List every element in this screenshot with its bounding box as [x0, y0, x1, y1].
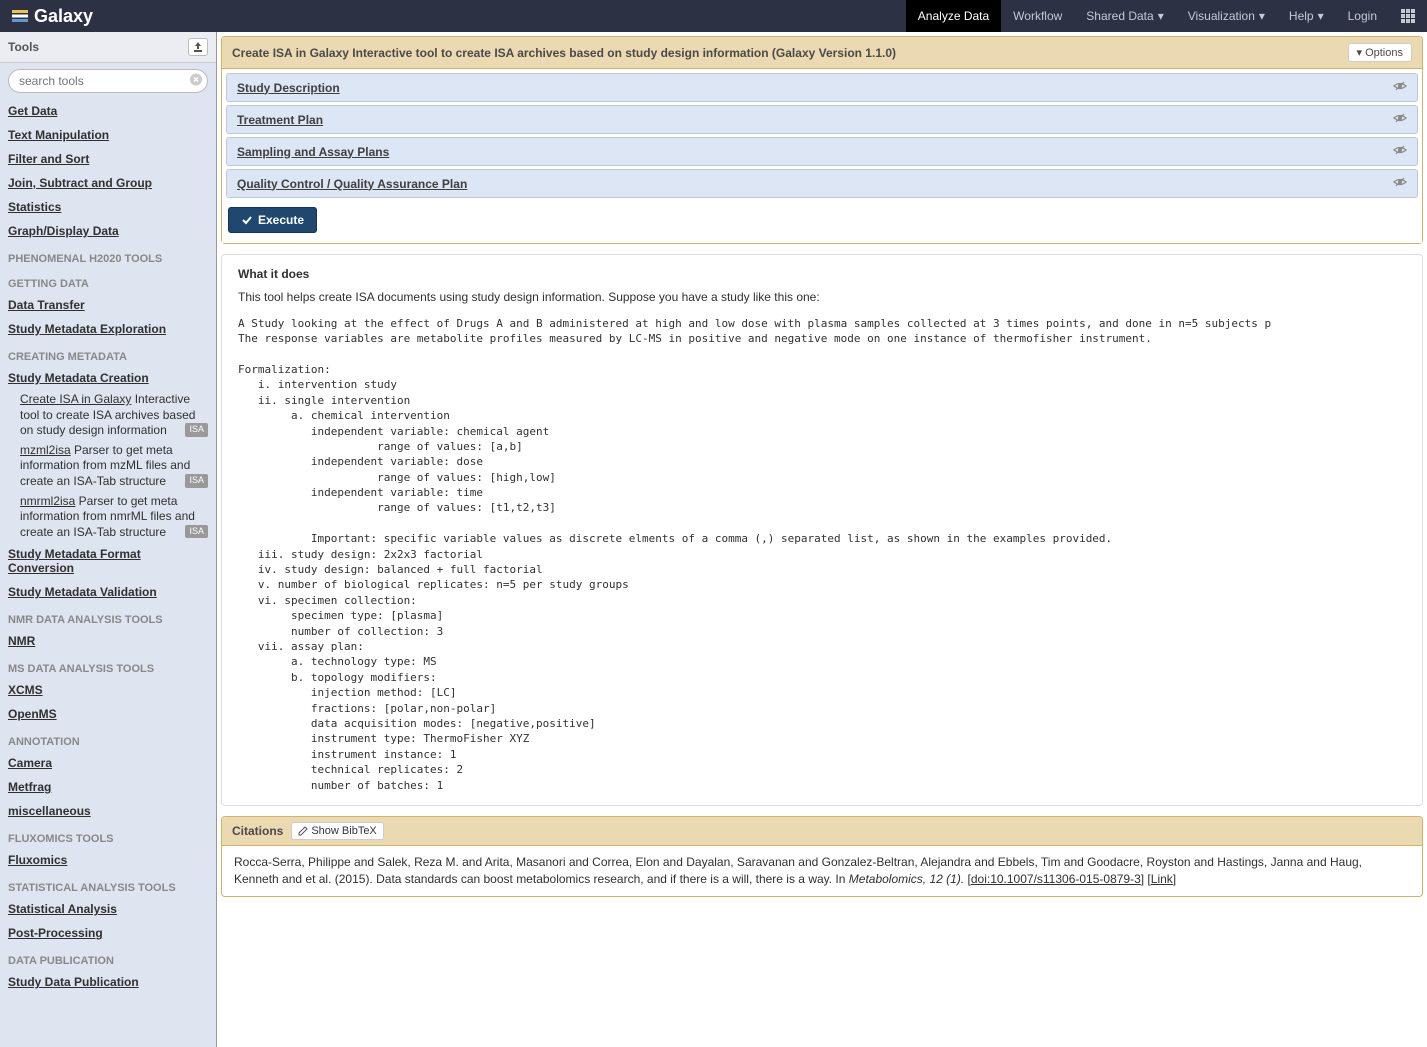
tool-link[interactable]: Study Metadata Format Conversion — [8, 544, 208, 578]
help-pre: A Study looking at the effect of Drugs A… — [238, 316, 1406, 793]
clear-search-icon[interactable] — [190, 74, 202, 89]
tool-link[interactable]: Text Manipulation — [8, 125, 208, 145]
nav-analyze-data[interactable]: Analyze Data — [906, 0, 1001, 32]
tool-link[interactable]: Join, Subtract and Group — [8, 173, 208, 193]
check-icon — [241, 214, 253, 226]
section-header: FLUXOMICS TOOLS — [0, 823, 216, 848]
citation-text: Rocca-Serra, Philippe and Salek, Reza M.… — [222, 846, 1422, 896]
galaxy-logo-icon — [12, 8, 28, 24]
citations-title: Citations — [232, 824, 283, 838]
section-header: PHENOMENAL H2020 TOOLS — [0, 243, 216, 268]
subtool-item[interactable]: Create ISA in Galaxy Interactive tool to… — [0, 390, 216, 441]
isa-badge: ISA — [185, 525, 208, 539]
caret-down-icon: ▾ — [1158, 9, 1164, 23]
citation-link[interactable]: Link — [1151, 872, 1173, 886]
tool-link[interactable]: Camera — [8, 753, 208, 773]
nav-visualization[interactable]: Visualization▾ — [1176, 0, 1277, 32]
form-section[interactable]: Sampling and Assay Plans — [226, 137, 1418, 166]
eye-hidden-icon[interactable] — [1393, 79, 1407, 96]
tool-link[interactable]: XCMS — [8, 680, 208, 700]
caret-down-icon: ▾ — [1357, 46, 1363, 59]
tool-link[interactable]: Study Data Publication — [8, 972, 208, 992]
tool-title-bar: Create ISA in Galaxy Interactive tool to… — [222, 37, 1422, 69]
form-section-title: Quality Control / Quality Assurance Plan — [237, 177, 467, 191]
upload-button[interactable] — [188, 38, 208, 56]
nav-shared-data[interactable]: Shared Data▾ — [1074, 0, 1175, 32]
help-box: What it does This tool helps create ISA … — [221, 254, 1423, 806]
section-header: ANNOTATION — [0, 726, 216, 751]
tool-link[interactable]: Filter and Sort — [8, 149, 208, 169]
main-panel: Create ISA in Galaxy Interactive tool to… — [217, 32, 1427, 1047]
caret-down-icon: ▾ — [1318, 9, 1324, 23]
section-header: CREATING METADATA — [0, 341, 216, 366]
tool-link[interactable]: Study Metadata Validation — [8, 582, 208, 602]
tool-link[interactable]: Post-Processing — [8, 923, 208, 943]
nav-login[interactable]: Login — [1336, 0, 1389, 32]
form-section-title: Sampling and Assay Plans — [237, 145, 389, 159]
show-bibtex-button[interactable]: Show BibTeX — [291, 822, 383, 840]
form-section-title: Treatment Plan — [237, 113, 323, 127]
options-button[interactable]: ▾ Options — [1348, 43, 1412, 62]
section-header: GETTING DATA — [0, 268, 216, 293]
help-intro: This tool helps create ISA documents usi… — [238, 289, 1406, 306]
tool-form: Create ISA in Galaxy Interactive tool to… — [221, 36, 1423, 244]
subtool-item[interactable]: nmrml2isa Parser to get meta information… — [0, 492, 216, 543]
caret-down-icon: ▾ — [1259, 9, 1265, 23]
tool-link[interactable]: Statistical Analysis — [8, 899, 208, 919]
citations-box: Citations Show BibTeX Rocca-Serra, Phili… — [221, 816, 1423, 897]
form-section[interactable]: Treatment Plan — [226, 105, 1418, 134]
search-tools-input[interactable] — [8, 69, 208, 93]
nav-workflow[interactable]: Workflow — [1001, 0, 1074, 32]
help-heading: What it does — [238, 267, 1406, 281]
section-header: STATISTICAL ANALYSIS TOOLS — [0, 872, 216, 897]
tools-title: Tools — [8, 40, 39, 54]
doi-link[interactable]: doi:10.1007/s11306-015-0879-3 — [971, 872, 1141, 886]
section-header: DATA PUBLICATION — [0, 945, 216, 970]
tools-sidebar: Tools Get Data Text Manipulation Filter an… — [0, 32, 217, 1047]
form-section-title: Study Description — [237, 81, 340, 95]
tool-link[interactable]: OpenMS — [8, 704, 208, 724]
tool-link[interactable]: Study Metadata Exploration — [8, 319, 208, 339]
tool-link[interactable]: NMR — [8, 631, 208, 651]
top-nav: Galaxy Analyze Data Workflow Shared Data… — [0, 0, 1427, 32]
section-header: MS DATA ANALYSIS TOOLS — [0, 653, 216, 678]
nav-help[interactable]: Help▾ — [1277, 0, 1336, 32]
tool-link[interactable]: Study Metadata Creation — [8, 368, 208, 388]
tool-link[interactable]: Metfrag — [8, 777, 208, 797]
isa-badge: ISA — [185, 423, 208, 437]
tool-link[interactable]: Statistics — [8, 197, 208, 217]
logo[interactable]: Galaxy — [0, 6, 105, 27]
tool-title: Create ISA in Galaxy Interactive tool to… — [232, 46, 896, 60]
form-section[interactable]: Study Description — [226, 73, 1418, 102]
tool-link[interactable]: Fluxomics — [8, 850, 208, 870]
tool-link[interactable]: Data Transfer — [8, 295, 208, 315]
tool-link[interactable]: miscellaneous — [8, 801, 208, 821]
eye-hidden-icon[interactable] — [1393, 111, 1407, 128]
tool-link[interactable]: Graph/Display Data — [8, 221, 208, 241]
isa-badge: ISA — [185, 474, 208, 488]
eye-hidden-icon[interactable] — [1393, 143, 1407, 160]
edit-icon — [298, 826, 308, 836]
eye-hidden-icon[interactable] — [1393, 175, 1407, 192]
subtool-item[interactable]: mzml2isa Parser to get meta information … — [0, 441, 216, 492]
tools-header: Tools — [0, 32, 216, 63]
nav-apps-icon[interactable] — [1389, 0, 1427, 32]
execute-button[interactable]: Execute — [228, 207, 317, 233]
form-section[interactable]: Quality Control / Quality Assurance Plan — [226, 169, 1418, 198]
brand-name: Galaxy — [34, 6, 93, 27]
section-header: NMR DATA ANALYSIS TOOLS — [0, 604, 216, 629]
tool-link[interactable]: Get Data — [8, 101, 208, 121]
